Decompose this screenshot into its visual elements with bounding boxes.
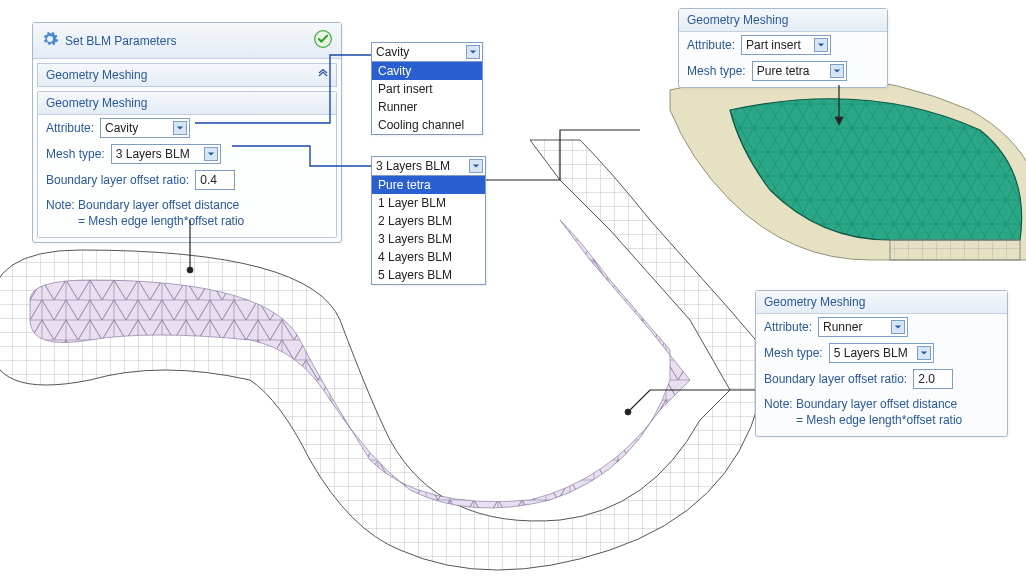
svg-point-1 — [187, 267, 193, 273]
svg-marker-0 — [835, 117, 843, 125]
svg-point-2 — [625, 409, 631, 415]
